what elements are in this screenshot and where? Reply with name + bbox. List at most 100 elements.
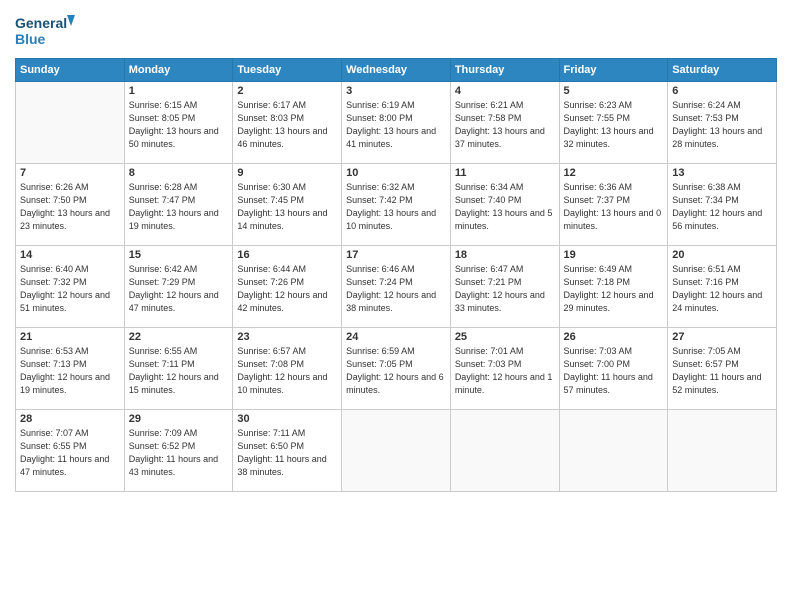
page: General Blue SundayMondayTuesdayWednesda… — [0, 0, 792, 612]
day-detail: Sunrise: 6:46 AMSunset: 7:24 PMDaylight:… — [346, 263, 446, 315]
day-number: 17 — [346, 249, 446, 261]
day-number: 23 — [237, 331, 337, 343]
calendar-cell: 17 Sunrise: 6:46 AMSunset: 7:24 PMDayligh… — [342, 246, 451, 328]
day-number: 25 — [455, 331, 555, 343]
calendar-cell: 10Sunrise: 6:32 AMSunset: 7:42 PMDayligh… — [342, 164, 451, 246]
day-number: 30 — [237, 413, 337, 425]
calendar-cell: 23 Sunrise: 6:57 AMSunset: 7:08 PMDayligh… — [233, 328, 342, 410]
calendar-cell: 22Sunrise: 6:55 AMSunset: 7:11 PMDayligh… — [124, 328, 233, 410]
weekday-thursday: Thursday — [450, 59, 559, 82]
weekday-friday: Friday — [559, 59, 668, 82]
calendar-cell: 30Sunrise: 7:11 AMSunset: 6:50 PMDayligh… — [233, 410, 342, 492]
logo-svg: General Blue — [15, 10, 75, 52]
day-detail: Sunrise: 6:51 AMSunset: 7:16 PMDaylight:… — [672, 263, 772, 315]
day-number: 18 — [455, 249, 555, 261]
calendar-cell: 5Sunrise: 6:23 AMSunset: 7:55 PMDaylight… — [559, 82, 668, 164]
weekday-sunday: Sunday — [16, 59, 125, 82]
day-number: 3 — [346, 85, 446, 97]
day-number: 7 — [20, 167, 120, 179]
calendar-body: 1 Sunrise: 6:15 AMSunset: 8:05 PMDaylight… — [16, 82, 777, 492]
day-number: 10 — [346, 167, 446, 179]
calendar-cell: 21 Sunrise: 6:53 AMSunset: 7:13 PMDayligh… — [16, 328, 125, 410]
day-detail: Sunrise: 6:53 AMSunset: 7:13 PMDaylight:… — [20, 345, 120, 397]
calendar-cell: 6Sunrise: 6:24 AMSunset: 7:53 PMDaylight… — [668, 82, 777, 164]
calendar-cell: 12 Sunrise: 6:36 AMSunset: 7:37 PMDayligh… — [559, 164, 668, 246]
svg-text:General: General — [15, 15, 67, 31]
weekday-header-row: SundayMondayTuesdayWednesdayThursdayFrid… — [16, 59, 777, 82]
day-number: 14 — [20, 249, 120, 261]
calendar-cell: 27 Sunrise: 7:05 AMSunset: 6:57 PMDayligh… — [668, 328, 777, 410]
calendar-cell — [16, 82, 125, 164]
calendar-cell — [559, 410, 668, 492]
day-number: 4 — [455, 85, 555, 97]
calendar-cell: 29Sunrise: 7:09 AMSunset: 6:52 PMDayligh… — [124, 410, 233, 492]
calendar-week-5: 28 Sunrise: 7:07 AMSunset: 6:55 PMDayligh… — [16, 410, 777, 492]
day-number: 2 — [237, 85, 337, 97]
calendar-cell: 15 Sunrise: 6:42 AMSunset: 7:29 PMDayligh… — [124, 246, 233, 328]
day-number: 5 — [564, 85, 664, 97]
calendar-cell: 18 Sunrise: 6:47 AMSunset: 7:21 PMDayligh… — [450, 246, 559, 328]
svg-text:Blue: Blue — [15, 31, 46, 47]
calendar-cell: 14 Sunrise: 6:40 AMSunset: 7:32 PMDayligh… — [16, 246, 125, 328]
day-detail: Sunrise: 6:47 AMSunset: 7:21 PMDaylight:… — [455, 263, 555, 315]
calendar-week-4: 21 Sunrise: 6:53 AMSunset: 7:13 PMDayligh… — [16, 328, 777, 410]
calendar-cell: 1 Sunrise: 6:15 AMSunset: 8:05 PMDaylight… — [124, 82, 233, 164]
day-number: 15 — [129, 249, 229, 261]
day-number: 28 — [20, 413, 120, 425]
day-number: 22 — [129, 331, 229, 343]
calendar-cell — [450, 410, 559, 492]
calendar-cell: 9 Sunrise: 6:30 AMSunset: 7:45 PMDaylight… — [233, 164, 342, 246]
calendar-cell: 25 Sunrise: 7:01 AMSunset: 7:03 PMDayligh… — [450, 328, 559, 410]
weekday-saturday: Saturday — [668, 59, 777, 82]
day-detail: Sunrise: 6:34 AMSunset: 7:40 PMDaylight:… — [455, 181, 555, 233]
weekday-monday: Monday — [124, 59, 233, 82]
calendar-cell: 16 Sunrise: 6:44 AMSunset: 7:26 PMDayligh… — [233, 246, 342, 328]
calendar-cell: 20Sunrise: 6:51 AMSunset: 7:16 PMDayligh… — [668, 246, 777, 328]
day-detail: Sunrise: 6:44 AMSunset: 7:26 PMDaylight:… — [237, 263, 337, 315]
day-detail: Sunrise: 6:49 AMSunset: 7:18 PMDaylight:… — [564, 263, 664, 315]
day-number: 26 — [564, 331, 664, 343]
calendar-cell — [342, 410, 451, 492]
calendar-cell: 24 Sunrise: 6:59 AMSunset: 7:05 PMDayligh… — [342, 328, 451, 410]
day-detail: Sunrise: 7:05 AMSunset: 6:57 PMDaylight:… — [672, 345, 772, 397]
calendar-header: SundayMondayTuesdayWednesdayThursdayFrid… — [16, 59, 777, 82]
calendar-cell: 7 Sunrise: 6:26 AMSunset: 7:50 PMDaylight… — [16, 164, 125, 246]
day-number: 29 — [129, 413, 229, 425]
day-detail: Sunrise: 6:28 AMSunset: 7:47 PMDaylight:… — [129, 181, 229, 233]
day-number: 21 — [20, 331, 120, 343]
calendar-cell: 11Sunrise: 6:34 AMSunset: 7:40 PMDayligh… — [450, 164, 559, 246]
day-detail: Sunrise: 7:01 AMSunset: 7:03 PMDaylight:… — [455, 345, 555, 397]
day-number: 19 — [564, 249, 664, 261]
calendar-cell: 26Sunrise: 7:03 AMSunset: 7:00 PMDayligh… — [559, 328, 668, 410]
day-detail: Sunrise: 6:17 AMSunset: 8:03 PMDaylight:… — [237, 99, 337, 151]
day-detail: Sunrise: 7:07 AMSunset: 6:55 PMDaylight:… — [20, 427, 120, 479]
calendar-cell: 8Sunrise: 6:28 AMSunset: 7:47 PMDaylight… — [124, 164, 233, 246]
day-number: 13 — [672, 167, 772, 179]
calendar-table: SundayMondayTuesdayWednesdayThursdayFrid… — [15, 58, 777, 492]
calendar-cell — [668, 410, 777, 492]
day-detail: Sunrise: 6:26 AMSunset: 7:50 PMDaylight:… — [20, 181, 120, 233]
day-number: 16 — [237, 249, 337, 261]
day-detail: Sunrise: 6:30 AMSunset: 7:45 PMDaylight:… — [237, 181, 337, 233]
day-detail: Sunrise: 6:15 AMSunset: 8:05 PMDaylight:… — [129, 99, 229, 151]
day-number: 27 — [672, 331, 772, 343]
day-detail: Sunrise: 6:36 AMSunset: 7:37 PMDaylight:… — [564, 181, 664, 233]
calendar-cell: 3Sunrise: 6:19 AMSunset: 8:00 PMDaylight… — [342, 82, 451, 164]
day-detail: Sunrise: 6:57 AMSunset: 7:08 PMDaylight:… — [237, 345, 337, 397]
day-number: 1 — [129, 85, 229, 97]
calendar-cell: 2 Sunrise: 6:17 AMSunset: 8:03 PMDaylight… — [233, 82, 342, 164]
day-number: 12 — [564, 167, 664, 179]
day-detail: Sunrise: 6:42 AMSunset: 7:29 PMDaylight:… — [129, 263, 229, 315]
day-detail: Sunrise: 6:24 AMSunset: 7:53 PMDaylight:… — [672, 99, 772, 151]
calendar-week-3: 14 Sunrise: 6:40 AMSunset: 7:32 PMDayligh… — [16, 246, 777, 328]
logo: General Blue — [15, 10, 75, 52]
day-detail: Sunrise: 6:59 AMSunset: 7:05 PMDaylight:… — [346, 345, 446, 397]
weekday-tuesday: Tuesday — [233, 59, 342, 82]
calendar-week-2: 7 Sunrise: 6:26 AMSunset: 7:50 PMDaylight… — [16, 164, 777, 246]
calendar-week-1: 1 Sunrise: 6:15 AMSunset: 8:05 PMDaylight… — [16, 82, 777, 164]
header: General Blue — [15, 10, 777, 52]
day-number: 9 — [237, 167, 337, 179]
day-detail: Sunrise: 6:38 AMSunset: 7:34 PMDaylight:… — [672, 181, 772, 233]
day-detail: Sunrise: 6:40 AMSunset: 7:32 PMDaylight:… — [20, 263, 120, 315]
day-number: 24 — [346, 331, 446, 343]
